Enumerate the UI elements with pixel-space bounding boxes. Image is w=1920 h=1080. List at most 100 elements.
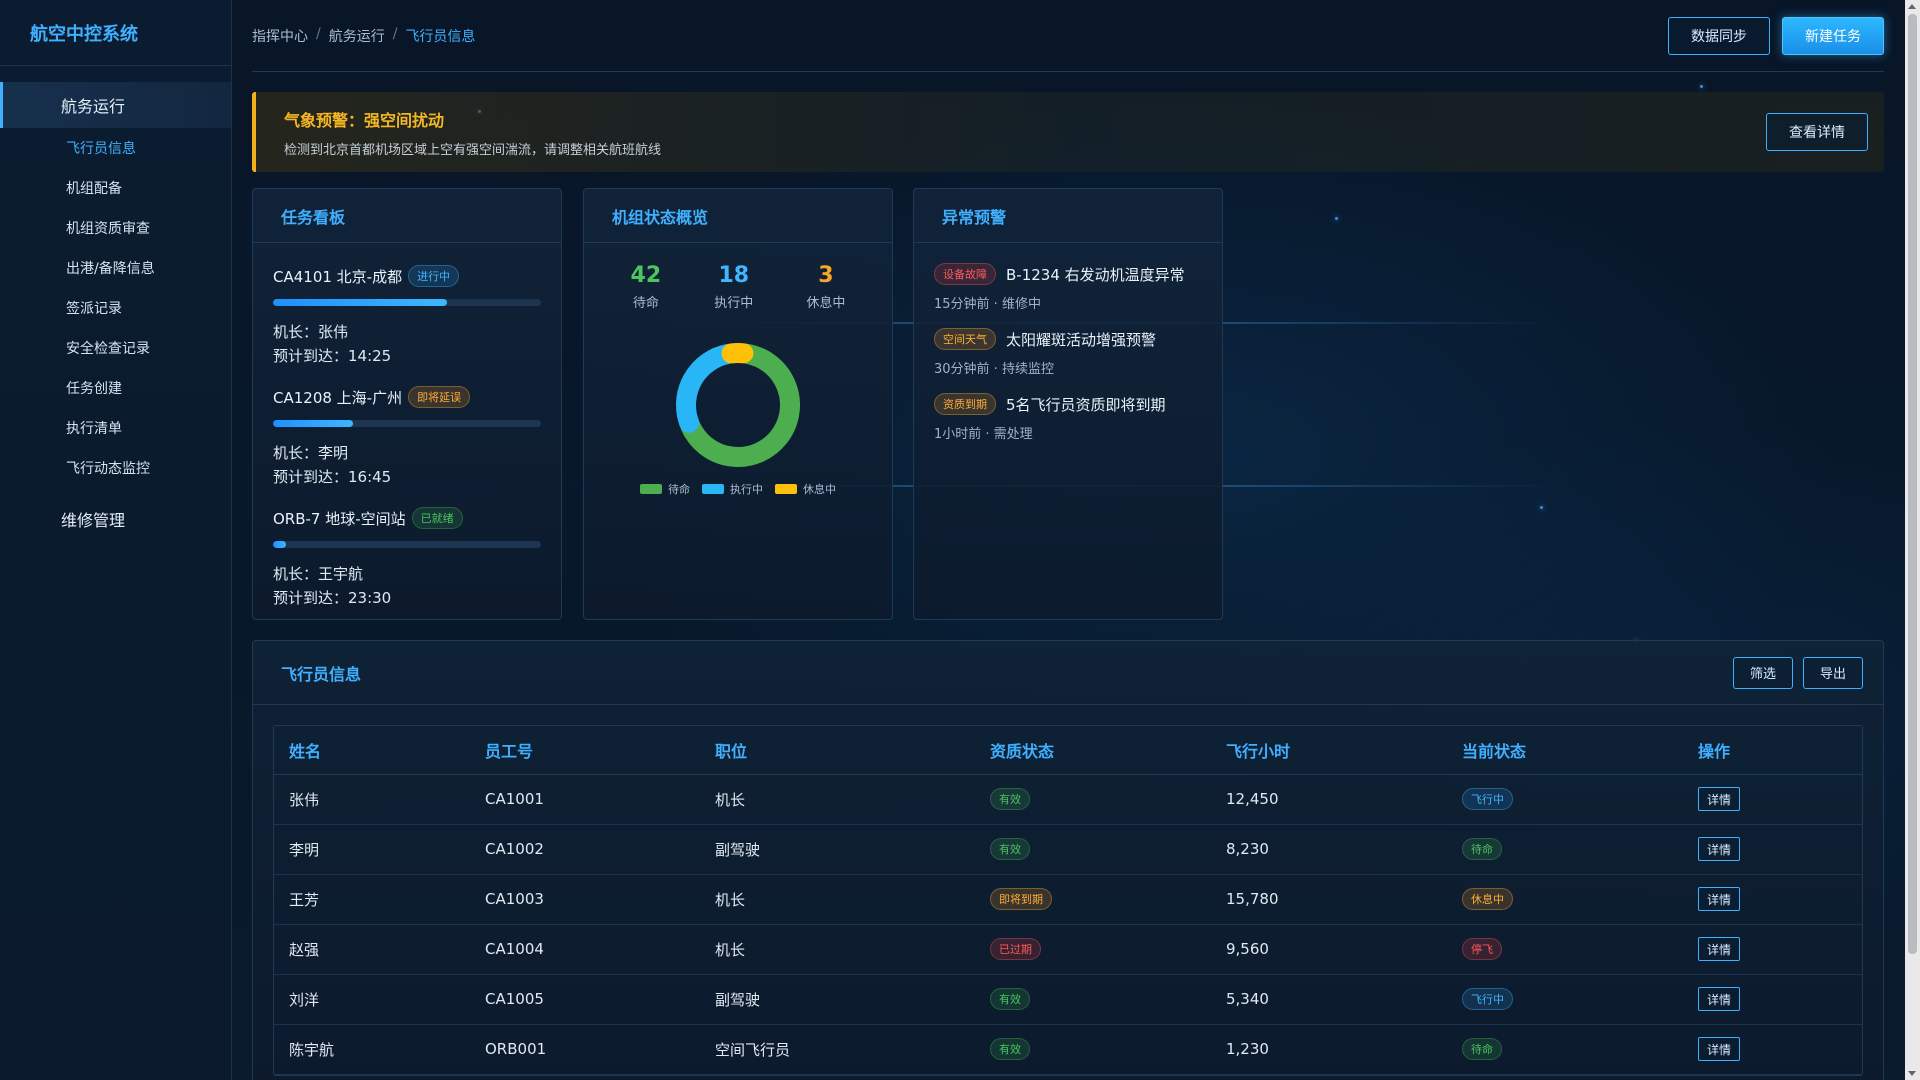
- cell-id: CA1005: [470, 974, 700, 1025]
- state-badge: 待命: [1462, 838, 1502, 860]
- sidebar-item-dispatch-records[interactable]: 签派记录: [0, 288, 231, 328]
- cell-name: 张伟: [274, 774, 470, 825]
- task-eta: 预计到达：23:30: [273, 589, 392, 607]
- detail-button[interactable]: 详情: [1698, 987, 1741, 1011]
- column-header-name[interactable]: 姓名: [274, 726, 470, 775]
- qualification-badge: 有效: [990, 988, 1030, 1010]
- sidebar-item-execution-list[interactable]: 执行清单: [0, 408, 231, 448]
- scroll-down-arrow-icon[interactable]: [1908, 1071, 1916, 1076]
- detail-button[interactable]: 详情: [1698, 937, 1741, 961]
- legend-label: 休息中: [803, 483, 836, 496]
- legend-label: 执行中: [730, 483, 763, 496]
- flight-hours: 1,230: [1226, 1040, 1269, 1058]
- sidebar-item-departure-alternate[interactable]: 出港/备降信息: [0, 248, 231, 288]
- cell-state: 待命: [1447, 1024, 1683, 1075]
- anomaly-tag: 空间天气: [934, 328, 996, 350]
- task-status-badge: 已就绪: [411, 507, 463, 529]
- scroll-up-arrow-icon[interactable]: [1908, 4, 1916, 9]
- column-header-state[interactable]: 当前状态: [1447, 726, 1683, 775]
- anomaly-text: B-1234 右发动机温度异常: [1006, 265, 1185, 284]
- pilot-name: 陈宇航: [289, 1040, 335, 1059]
- flight-hours: 8,230: [1226, 840, 1269, 858]
- task-item[interactable]: CA4101 北京-成都 进行中 机长：张伟 预计到达：14:25: [253, 265, 561, 368]
- table-row[interactable]: 赵强 CA1004 机长 已过期 9,560 停飞 详情: [274, 924, 1862, 975]
- qualification-badge: 有效: [990, 788, 1030, 810]
- task-item[interactable]: CA1208 上海-广州 即将延误 机长：李明 预计到达：16:45: [253, 386, 561, 489]
- cell-state: 休息中: [1447, 874, 1683, 925]
- task-board-card: 任务看板 CA4101 北京-成都 进行中 机长：张伟 预计到达：14:25 C…: [252, 188, 562, 620]
- export-button[interactable]: 导出: [1802, 656, 1863, 689]
- sidebar-item-flight-monitor[interactable]: 飞行动态监控: [0, 448, 231, 488]
- filter-button[interactable]: 筛选: [1732, 656, 1793, 689]
- pilot-name: 李明: [289, 840, 320, 859]
- detail-button[interactable]: 详情: [1698, 1037, 1741, 1061]
- stat-label: 休息中: [806, 296, 846, 311]
- state-badge: 休息中: [1462, 888, 1513, 910]
- new-task-button[interactable]: 新建任务: [1782, 16, 1884, 55]
- sidebar-group-flight-ops[interactable]: 航务运行: [0, 82, 231, 128]
- pilot-id: CA1003: [485, 890, 544, 908]
- cell-state: 待命: [1447, 824, 1683, 875]
- cell-name: 赵强: [274, 924, 470, 975]
- sidebar-item-task-create[interactable]: 任务创建: [0, 368, 231, 408]
- scroll-thumb[interactable]: [1908, 14, 1917, 954]
- detail-button[interactable]: 详情: [1698, 887, 1741, 911]
- background-star: [1540, 506, 1543, 509]
- background-star: [1335, 217, 1338, 220]
- anomaly-item[interactable]: 设备故障 B-1234 右发动机温度异常 15分钟前 · 维修中: [914, 263, 1222, 312]
- sidebar-item-safety-check[interactable]: 安全检查记录: [0, 328, 231, 368]
- column-header-role[interactable]: 职位: [700, 726, 975, 775]
- task-progress-fill: [273, 541, 287, 548]
- state-badge: 飞行中: [1462, 988, 1513, 1010]
- pilot-id: CA1001: [485, 790, 544, 808]
- flight-hours: 5,340: [1226, 990, 1269, 1008]
- column-header-qualification[interactable]: 资质状态: [975, 726, 1211, 775]
- pilot-name: 刘洋: [289, 990, 320, 1009]
- cell-qualification: 即将到期: [975, 874, 1211, 925]
- table-row[interactable]: 王芳 CA1003 机长 即将到期 15,780 休息中 详情: [274, 874, 1862, 925]
- stat-value: 42: [630, 263, 662, 288]
- sidebar-item-crew-qualification[interactable]: 机组资质审查: [0, 208, 231, 248]
- cell-name: 王芳: [274, 874, 470, 925]
- table-row[interactable]: 陈宇航 ORB001 空间飞行员 有效 1,230 待命 详情: [274, 1024, 1862, 1075]
- cell-id: CA1004: [470, 924, 700, 975]
- background-star: [1700, 85, 1703, 88]
- task-item[interactable]: ORB-7 地球-空间站 已就绪 机长：王宇航 预计到达：23:30: [253, 507, 561, 610]
- anomaly-item[interactable]: 资质到期 5名飞行员资质即将到期 1小时前 · 需处理: [914, 393, 1222, 442]
- detail-button[interactable]: 详情: [1698, 837, 1741, 861]
- column-header-hours[interactable]: 飞行小时: [1211, 726, 1447, 775]
- cell-qualification: 有效: [975, 824, 1211, 875]
- state-badge: 待命: [1462, 1038, 1502, 1060]
- weather-alert-banner: 气象预警：强空间扰动 检测到北京首都机场区域上空有强空间湍流，请调整相关航班航线…: [252, 92, 1884, 172]
- pilot-name: 赵强: [289, 940, 320, 959]
- sidebar-group-maintenance[interactable]: 维修管理: [0, 496, 231, 542]
- detail-button[interactable]: 详情: [1698, 787, 1741, 811]
- task-eta: 预计到达：14:25: [273, 347, 392, 365]
- breadcrumb-item[interactable]: 指挥中心: [252, 26, 308, 46]
- data-sync-button[interactable]: 数据同步: [1668, 16, 1770, 55]
- cell-state: 飞行中: [1447, 974, 1683, 1025]
- cell-actions: 详情: [1683, 774, 1862, 825]
- table-row[interactable]: 张伟 CA1001 机长 有效 12,450 飞行中 详情: [274, 774, 1862, 825]
- anomaly-item[interactable]: 空间天气 太阳耀斑活动增强预警 30分钟前 · 持续监控: [914, 328, 1222, 377]
- pilot-name: 张伟: [289, 790, 320, 809]
- column-header-id[interactable]: 员工号: [470, 726, 700, 775]
- breadcrumb-current: 飞行员信息: [405, 28, 476, 45]
- task-progress-fill: [273, 420, 354, 427]
- anomaly-meta: 30分钟前 · 持续监控: [934, 362, 1054, 377]
- flight-hours: 12,450: [1226, 790, 1279, 808]
- qualification-badge: 有效: [990, 1038, 1030, 1060]
- page-scrollbar[interactable]: [1905, 0, 1920, 1080]
- table-row[interactable]: 李明 CA1002 副驾驶 有效 8,230 待命 详情: [274, 824, 1862, 875]
- view-details-button[interactable]: 查看详情: [1766, 113, 1868, 151]
- sidebar-item-pilot-info[interactable]: 飞行员信息: [0, 128, 231, 168]
- sidebar-item-crew-assignment[interactable]: 机组配备: [0, 168, 231, 208]
- cell-name: 李明: [274, 824, 470, 875]
- pilot-role: 机长: [715, 890, 746, 909]
- table-row[interactable]: 刘洋 CA1005 副驾驶 有效 5,340 飞行中 详情: [274, 974, 1862, 1025]
- pilot-info-panel: 飞行员信息 筛选 导出 姓名 员工号 职位 资质状态 飞行小时 当前状态 操作 …: [252, 640, 1884, 1080]
- alert-title: 气象预警：强空间扰动: [284, 110, 445, 130]
- cell-id: CA1001: [470, 774, 700, 825]
- task-captain: 机长：王宇航: [273, 565, 364, 583]
- breadcrumb-item[interactable]: 航务运行: [329, 26, 385, 46]
